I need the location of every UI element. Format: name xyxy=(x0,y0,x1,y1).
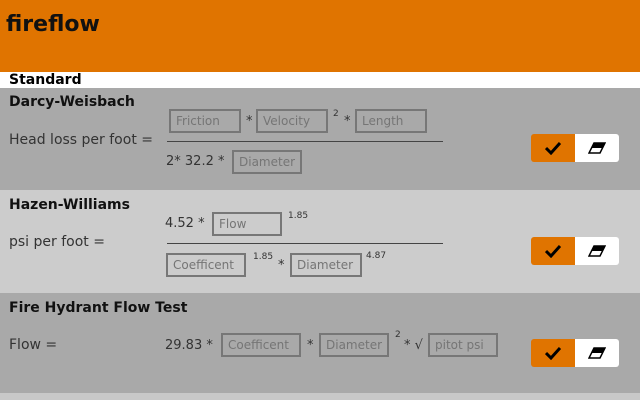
clear-button[interactable] xyxy=(575,339,619,367)
diameter-exponent: 4.87 xyxy=(366,251,387,261)
velocity-exponent: 2 xyxy=(333,109,339,119)
action-buttons xyxy=(531,134,619,162)
diameter-exponent: 2 xyxy=(395,330,401,340)
checkmark-icon xyxy=(545,244,561,258)
eraser-icon xyxy=(588,245,606,257)
flow-prefix: 29.83 * xyxy=(165,338,213,353)
coefficient-input[interactable] xyxy=(166,253,246,277)
app-header: fireflow xyxy=(0,0,640,72)
result-label: Flow = xyxy=(9,337,58,353)
multiply-sign: * xyxy=(344,114,351,129)
darcy-weisbach-section: Darcy-Weisbach Head loss per foot = * 2 … xyxy=(0,88,640,190)
calculate-button[interactable] xyxy=(531,339,575,367)
mode-label: Standard xyxy=(9,72,82,88)
hazen-williams-section: Hazen-Williams psi per foot = 4.52 * 1.8… xyxy=(0,190,640,293)
clear-button[interactable] xyxy=(575,237,619,265)
next-section-edge xyxy=(0,393,640,400)
multiply-sign: * xyxy=(246,114,253,129)
pitot-psi-input[interactable] xyxy=(428,333,498,357)
fire-hydrant-flow-test-section: Fire Hydrant Flow Test Flow = 29.83 * * … xyxy=(0,293,640,393)
app-title: fireflow xyxy=(6,12,100,37)
length-input[interactable] xyxy=(355,109,427,133)
diameter-input[interactable] xyxy=(232,150,302,174)
diameter-input[interactable] xyxy=(290,253,362,277)
multiply-sign: * xyxy=(278,258,285,273)
eraser-icon xyxy=(588,142,606,154)
result-label: Head loss per foot = xyxy=(9,132,153,148)
calculate-button[interactable] xyxy=(531,237,575,265)
eraser-icon xyxy=(588,347,606,359)
checkmark-icon xyxy=(545,346,561,360)
fraction-line xyxy=(167,243,443,244)
numerator-prefix: 4.52 * xyxy=(165,216,205,231)
calculate-button[interactable] xyxy=(531,134,575,162)
diameter-input[interactable] xyxy=(319,333,389,357)
section-title: Hazen-Williams xyxy=(9,197,130,213)
section-title: Fire Hydrant Flow Test xyxy=(9,300,188,316)
coefficient-exponent: 1.85 xyxy=(253,252,274,262)
multiply-sign: * xyxy=(307,338,314,353)
checkmark-icon xyxy=(545,141,561,155)
velocity-input[interactable] xyxy=(256,109,328,133)
coefficient-input[interactable] xyxy=(221,333,301,357)
flow-exponent: 1.85 xyxy=(288,211,309,221)
fraction-line xyxy=(167,141,443,142)
action-buttons xyxy=(531,237,619,265)
action-buttons xyxy=(531,339,619,367)
friction-input[interactable] xyxy=(169,109,241,133)
flow-input[interactable] xyxy=(212,212,282,236)
sqrt-sign: * √ xyxy=(404,338,423,353)
result-label: psi per foot = xyxy=(9,234,105,250)
clear-button[interactable] xyxy=(575,134,619,162)
section-title: Darcy-Weisbach xyxy=(9,94,135,110)
denominator-prefix: 2* 32.2 * xyxy=(166,154,225,169)
